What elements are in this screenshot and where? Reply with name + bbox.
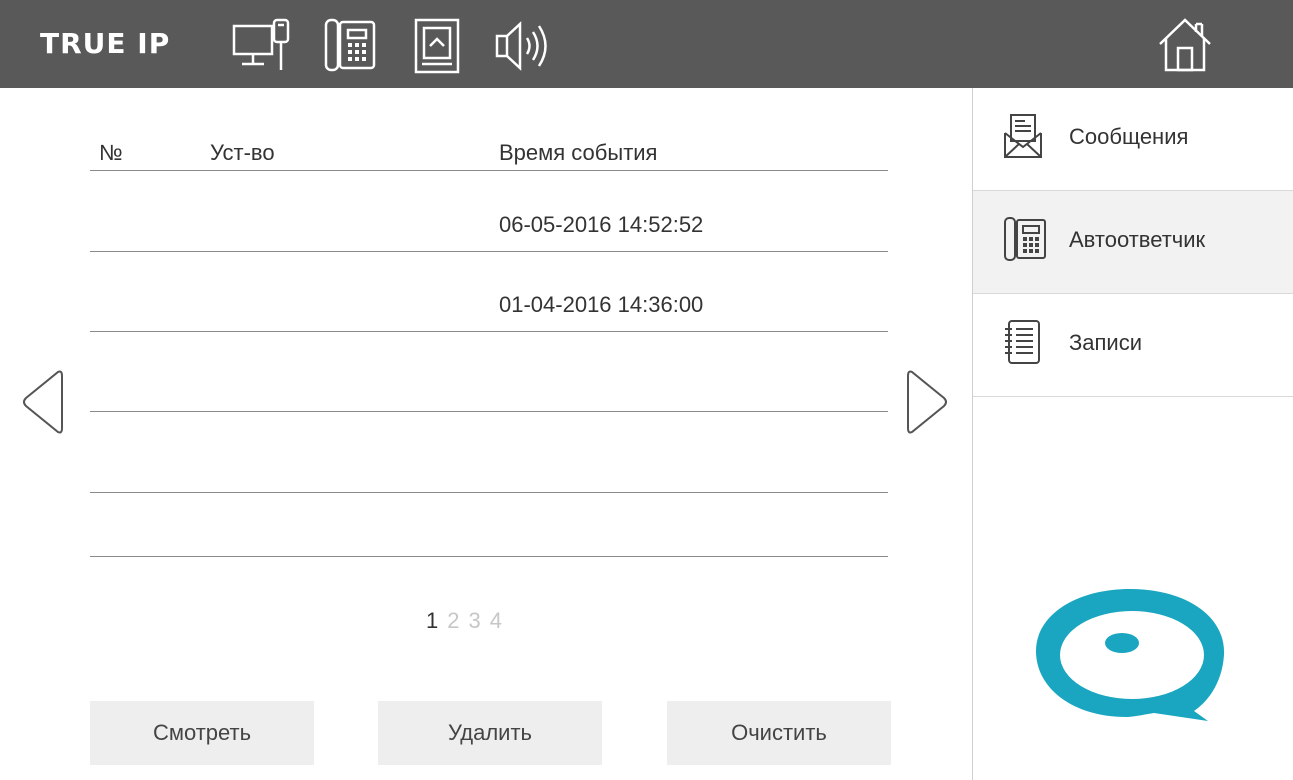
sidebar-item-records[interactable]: Записи: [973, 294, 1293, 397]
sidebar-item-label: Сообщения: [1069, 124, 1189, 149]
page-1-link[interactable]: 1: [426, 608, 438, 633]
speaker-icon[interactable]: [494, 18, 554, 74]
row-divider: [90, 251, 888, 252]
intercom-icon[interactable]: [324, 18, 378, 74]
column-header-time: Время события: [499, 140, 658, 165]
page-3-link[interactable]: 3: [469, 608, 481, 633]
row-divider: [90, 556, 888, 557]
view-button[interactable]: Смотреть: [90, 701, 314, 765]
brand-logo: [1034, 585, 1226, 726]
header-divider: [90, 170, 888, 171]
notebook-icon: [1003, 319, 1043, 370]
sidebar-item-label: Записи: [1069, 330, 1143, 355]
next-page-arrow-icon[interactable]: [906, 368, 950, 441]
column-header-number: №: [99, 140, 123, 165]
table-row-2-time[interactable]: 01-04-2016 14:36:00: [499, 292, 703, 318]
row-divider: [90, 331, 888, 332]
sd-card-icon[interactable]: [412, 18, 462, 74]
clear-button[interactable]: Очистить: [667, 701, 891, 765]
sidebar-item-answering-machine[interactable]: Автоответчик: [973, 191, 1293, 294]
column-header-device: Уст-во: [210, 140, 275, 165]
sidebar-item-messages[interactable]: Сообщения: [973, 88, 1293, 191]
page-4-link[interactable]: 4: [490, 608, 502, 633]
table-row-1-time[interactable]: 06-05-2016 14:52:52: [499, 212, 703, 238]
sidebar-item-label: Автоответчик: [1069, 227, 1206, 252]
top-bar: TRUE IP: [0, 0, 1293, 88]
envelope-icon: [1003, 113, 1043, 164]
brand-title: TRUE IP: [40, 27, 171, 60]
previous-page-arrow-icon[interactable]: [20, 368, 64, 441]
answering-machine-icon: [1003, 216, 1047, 267]
delete-button[interactable]: Удалить: [378, 701, 602, 765]
row-divider: [90, 492, 888, 493]
row-divider: [90, 411, 888, 412]
home-icon[interactable]: [1156, 16, 1214, 79]
monitor-icon[interactable]: [232, 18, 292, 74]
pagination: 1234: [426, 608, 511, 634]
page-2-link[interactable]: 2: [447, 608, 459, 633]
